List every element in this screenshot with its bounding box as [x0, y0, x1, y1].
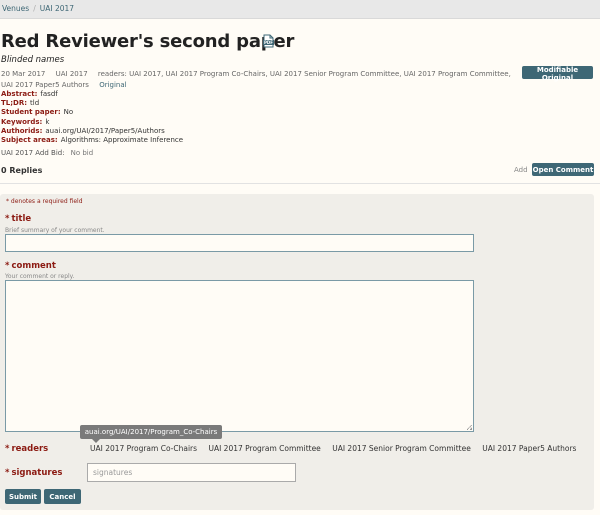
reader-option-paper5-authors[interactable]: UAI 2017 Paper5 Authors — [482, 444, 576, 453]
field-student-paper: Student paper: No — [1, 108, 74, 117]
required-note: * denotes a required field — [6, 198, 83, 205]
reader-option-program-committee[interactable]: UAI 2017 Program Committee — [208, 444, 320, 453]
breadcrumb-venues[interactable]: Venues — [2, 4, 29, 13]
paper-meta: 20 Mar 2017 UAI 2017 readers: UAI 2017, … — [1, 69, 521, 91]
breadcrumb-uai-2017[interactable]: UAI 2017 — [40, 4, 74, 13]
breadcrumb-separator: / — [33, 4, 36, 13]
reader-option-program-co-chairs[interactable]: UAI 2017 Program Co-Chairs — [90, 444, 197, 453]
signatures-input[interactable]: signatures — [87, 463, 296, 482]
field-tldr: TL;DR: tld — [1, 99, 40, 108]
field-subject-areas: Subject areas: Algorithms: Approximate In… — [1, 136, 184, 145]
bid-row: UAI 2017 Add Bid: No bid — [1, 149, 94, 158]
breadcrumb: Venues / UAI 2017 — [2, 0, 74, 18]
paper-authors: Blinded names — [1, 55, 65, 65]
original-link[interactable]: Original — [99, 81, 126, 89]
field-keywords: Keywords: k — [1, 117, 50, 126]
open-comment-button[interactable]: Open Comment — [532, 163, 594, 176]
field-authorids: Authorids: auai.org/UAI/2017/Paper5/Autho… — [1, 126, 165, 135]
field-abstract: Abstract: fasdf — [1, 90, 58, 98]
comment-label: * comment — [5, 261, 56, 271]
cancel-button[interactable]: Cancel — [44, 489, 81, 504]
comment-help: Your comment or reply. — [5, 273, 75, 280]
modifiable-original-button[interactable]: Modifiable Original — [522, 66, 593, 82]
pdf-icon[interactable]: PDF — [261, 34, 275, 48]
title-help: Brief summary of your comment. — [5, 227, 105, 234]
readers-label: * readers — [5, 444, 49, 454]
divider — [0, 183, 600, 184]
resize-handle[interactable] — [467, 425, 472, 430]
comment-textarea[interactable] — [5, 280, 474, 432]
paper-venue: UAI 2017 — [55, 70, 88, 78]
paper-title: Red Reviewer's second paper — [1, 31, 295, 52]
top-breadcrumb-bar: Venues / UAI 2017 — [0, 0, 600, 19]
replies-count: 0 Replies — [1, 166, 43, 175]
title-input[interactable] — [5, 234, 474, 252]
paper-fields: Abstract: fasdf TL;DR: tld Student paper: N… — [1, 90, 183, 158]
signatures-label: * signatures — [5, 468, 63, 478]
svg-text:PDF: PDF — [264, 40, 273, 45]
title-label: * title — [5, 214, 32, 224]
reader-tooltip: auai.org/UAI/2017/Program_Co-Chairs — [80, 425, 222, 443]
reader-option-senior-program-committee[interactable]: UAI 2017 Senior Program Committee — [332, 444, 471, 453]
reader-options: UAI 2017 Program Co-Chairs UAI 2017 Prog… — [90, 444, 585, 453]
add-label: Add — [514, 166, 528, 174]
paper-date: 20 Mar 2017 — [1, 70, 46, 78]
submit-button[interactable]: Submit — [5, 489, 41, 504]
